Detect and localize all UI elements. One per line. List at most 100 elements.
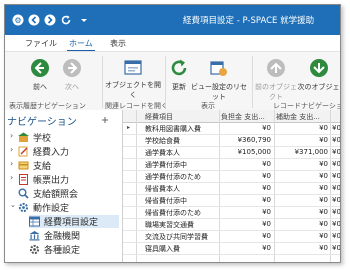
cell-extra[interactable]: ¥0 [332, 232, 340, 240]
table-row[interactable]: 学校給食費 ¥360,790 ¥0 ¥0 [123, 135, 340, 147]
cell-subsidy-payment[interactable]: ¥0 [276, 196, 328, 204]
bank-icon [29, 231, 40, 241]
table-row[interactable]: 帰省費付添中 ¥0 ¥0 ¥0 [123, 195, 340, 207]
nav-item-label: 帳票出力 [33, 176, 70, 186]
nav-item-expense-input[interactable]: › 経費入力 [5, 145, 122, 158]
back-icon[interactable] [27, 13, 40, 26]
cell-expense-item[interactable]: 寝具購入費 [145, 244, 217, 254]
reset-view-button[interactable]: ビュー設定のリセット [191, 58, 247, 102]
cell-burden-payment[interactable]: ¥0 [221, 172, 271, 180]
cell-expense-item[interactable]: 教科用図書購入費 [145, 124, 217, 134]
nav-item-payment-inquiry[interactable]: 支給額照会 [5, 187, 122, 200]
nav-item-report-output[interactable]: › 帳票出力 [5, 173, 122, 186]
cell-burden-payment[interactable]: ¥360,790 [221, 136, 271, 144]
cell-expense-item[interactable]: 帰省費本人 [145, 184, 217, 194]
report-icon [19, 174, 28, 185]
cell-extra[interactable]: ¥0 [332, 208, 340, 216]
cell-extra[interactable]: ¥0 [332, 136, 340, 144]
table-row[interactable]: 寝具購入費 ¥0 ¥0 ¥0 [123, 243, 340, 255]
nav-header: ナビゲーション [7, 117, 77, 128]
nav-subitem-expense-settings[interactable]: 経費項目設定 [29, 215, 119, 228]
cell-burden-payment[interactable]: ¥0 [221, 160, 271, 168]
column-header-expense-item[interactable]: 経費項目 [145, 112, 217, 122]
table-row[interactable]: 通学費付添中 ¥0 ¥0 ¥0 [123, 159, 340, 171]
gear-icon [29, 244, 40, 255]
svg-text:⚙: ⚙ [14, 16, 21, 25]
cell-subsidy-payment[interactable]: ¥0 [276, 232, 328, 240]
title-bar: ⚙ 経費項目設定 - P-SPACE 就学援助 [5, 5, 340, 35]
cell-subsidy-payment[interactable]: ¥0 [276, 136, 328, 144]
cell-extra[interactable]: ¥0 [332, 220, 340, 228]
tab-view[interactable]: 表示 [110, 38, 126, 49]
nav-item-school[interactable]: › 学校 [5, 131, 122, 144]
cell-expense-item[interactable]: 交流及び共同学習費 [145, 232, 217, 242]
cell-expense-item[interactable]: 帰省費付添中 [145, 196, 217, 206]
cell-burden-payment[interactable]: ¥0 [221, 244, 271, 252]
cell-expense-item[interactable]: 帰省費付添のため [145, 208, 217, 218]
cell-burden-payment[interactable]: ¥105,000 [221, 148, 271, 156]
cell-subsidy-payment[interactable]: ¥0 [276, 208, 328, 216]
chevron-right-icon[interactable]: › [10, 145, 13, 154]
arrow-down-icon [297, 58, 340, 80]
cell-expense-item[interactable]: 通学費付添中 [145, 160, 217, 170]
cell-subsidy-payment[interactable]: ¥0 [276, 124, 328, 132]
nav-subitem-various-settings[interactable]: 各種設定 [29, 243, 119, 256]
tab-home[interactable]: ホーム [69, 38, 93, 49]
table-row[interactable]: 帰省費付添のため ¥0 ¥0 ¥0 [123, 207, 340, 219]
tab-file[interactable]: ファイル [25, 38, 57, 49]
table-row[interactable]: 通学費付添のため ¥0 ¥0 ¥0 [123, 171, 340, 183]
cell-extra[interactable]: ¥0 [332, 244, 340, 252]
table-row[interactable]: 帰省費本人 ¥0 ¥0 ¥0 [123, 183, 340, 195]
cell-expense-item[interactable]: 学校給食費 [145, 136, 217, 146]
forward-icon[interactable] [43, 13, 56, 26]
cell-burden-payment[interactable]: ¥0 [221, 124, 271, 132]
table-row[interactable]: 通学費本人 ¥105,000 ¥371,000 ¥0 [123, 147, 340, 159]
cell-burden-payment[interactable]: ¥0 [221, 208, 271, 216]
cell-extra[interactable]: ¥0 [332, 160, 340, 168]
table-row[interactable]: 職場実習交通費 ¥0 ¥0 ¥0 [123, 219, 340, 231]
cell-burden-payment[interactable]: ¥0 [221, 184, 271, 192]
cell-subsidy-payment[interactable]: ¥0 [276, 160, 328, 168]
cell-burden-payment[interactable]: ¥0 [221, 196, 271, 204]
chevron-right-icon[interactable]: › [10, 159, 13, 168]
column-header-burden-payment[interactable]: 負担金 支出... [221, 112, 271, 122]
prev-object-button[interactable]: 前のオブジェクト [255, 58, 297, 102]
refresh-icon[interactable] [59, 13, 72, 26]
cell-extra[interactable]: ¥0 [332, 184, 340, 192]
school-icon [18, 132, 29, 142]
table-row[interactable]: ▸ 教科用図書購入費 ¥0 ¥0 ¥0 [123, 123, 340, 135]
cell-subsidy-payment[interactable]: ¥0 [276, 172, 328, 180]
cell-extra[interactable]: ¥0 [332, 196, 340, 204]
cell-extra[interactable]: ¥0 [332, 172, 340, 180]
cell-subsidy-payment[interactable]: ¥371,000 [276, 148, 328, 156]
cell-subsidy-payment[interactable]: ¥0 [276, 244, 328, 252]
cell-subsidy-payment[interactable]: ¥0 [276, 184, 328, 192]
pin-icon[interactable] [101, 116, 109, 124]
next-button[interactable]: 次へ [55, 58, 89, 92]
next-button-label: 次へ [65, 83, 79, 91]
open-object-button[interactable]: オブジェクトを開く [105, 60, 161, 100]
cell-burden-payment[interactable]: ¥0 [221, 232, 271, 240]
nav-item-label: 経費入力 [33, 148, 70, 158]
back-button[interactable]: 前へ [23, 58, 57, 92]
cell-extra[interactable]: ¥0 [332, 148, 340, 156]
chevron-down-icon[interactable]: ⌄ [10, 201, 16, 209]
chevron-right-icon[interactable]: › [10, 131, 13, 140]
chevron-right-icon[interactable]: › [10, 173, 13, 182]
cell-expense-item[interactable]: 通学費本人 [145, 148, 217, 158]
next-object-button[interactable]: 次のオブジェ [297, 58, 340, 92]
nav-item-payment[interactable]: › 支給 [5, 159, 122, 172]
cell-extra[interactable]: ¥0 [332, 124, 340, 132]
column-header-subsidy-payment[interactable]: 補助金 支出... [276, 112, 328, 122]
navigation-pane: ナビゲーション › 学校 › 経費入力 › 支給 › 帳票出力 支給額照会 ⌄ … [5, 110, 123, 262]
cell-burden-payment[interactable]: ¥0 [221, 220, 271, 228]
cell-expense-item[interactable]: 通学費付添のため [145, 172, 217, 182]
nav-item-settings[interactable]: ⌄ 動作設定 [5, 201, 122, 214]
window-title: 経費項目設定 - P-SPACE 就学援助 [183, 16, 315, 26]
cell-subsidy-payment[interactable]: ¥0 [276, 220, 328, 228]
nav-subitem-bank[interactable]: 金融機関 [29, 229, 119, 242]
cell-expense-item[interactable]: 職場実習交通費 [145, 220, 217, 230]
quick-access-dropdown-icon[interactable] [77, 13, 90, 26]
refresh-button[interactable]: 更新 [167, 58, 191, 92]
table-row[interactable]: 交流及び共同学習費 ¥0 ¥0 ¥0 [123, 231, 340, 243]
